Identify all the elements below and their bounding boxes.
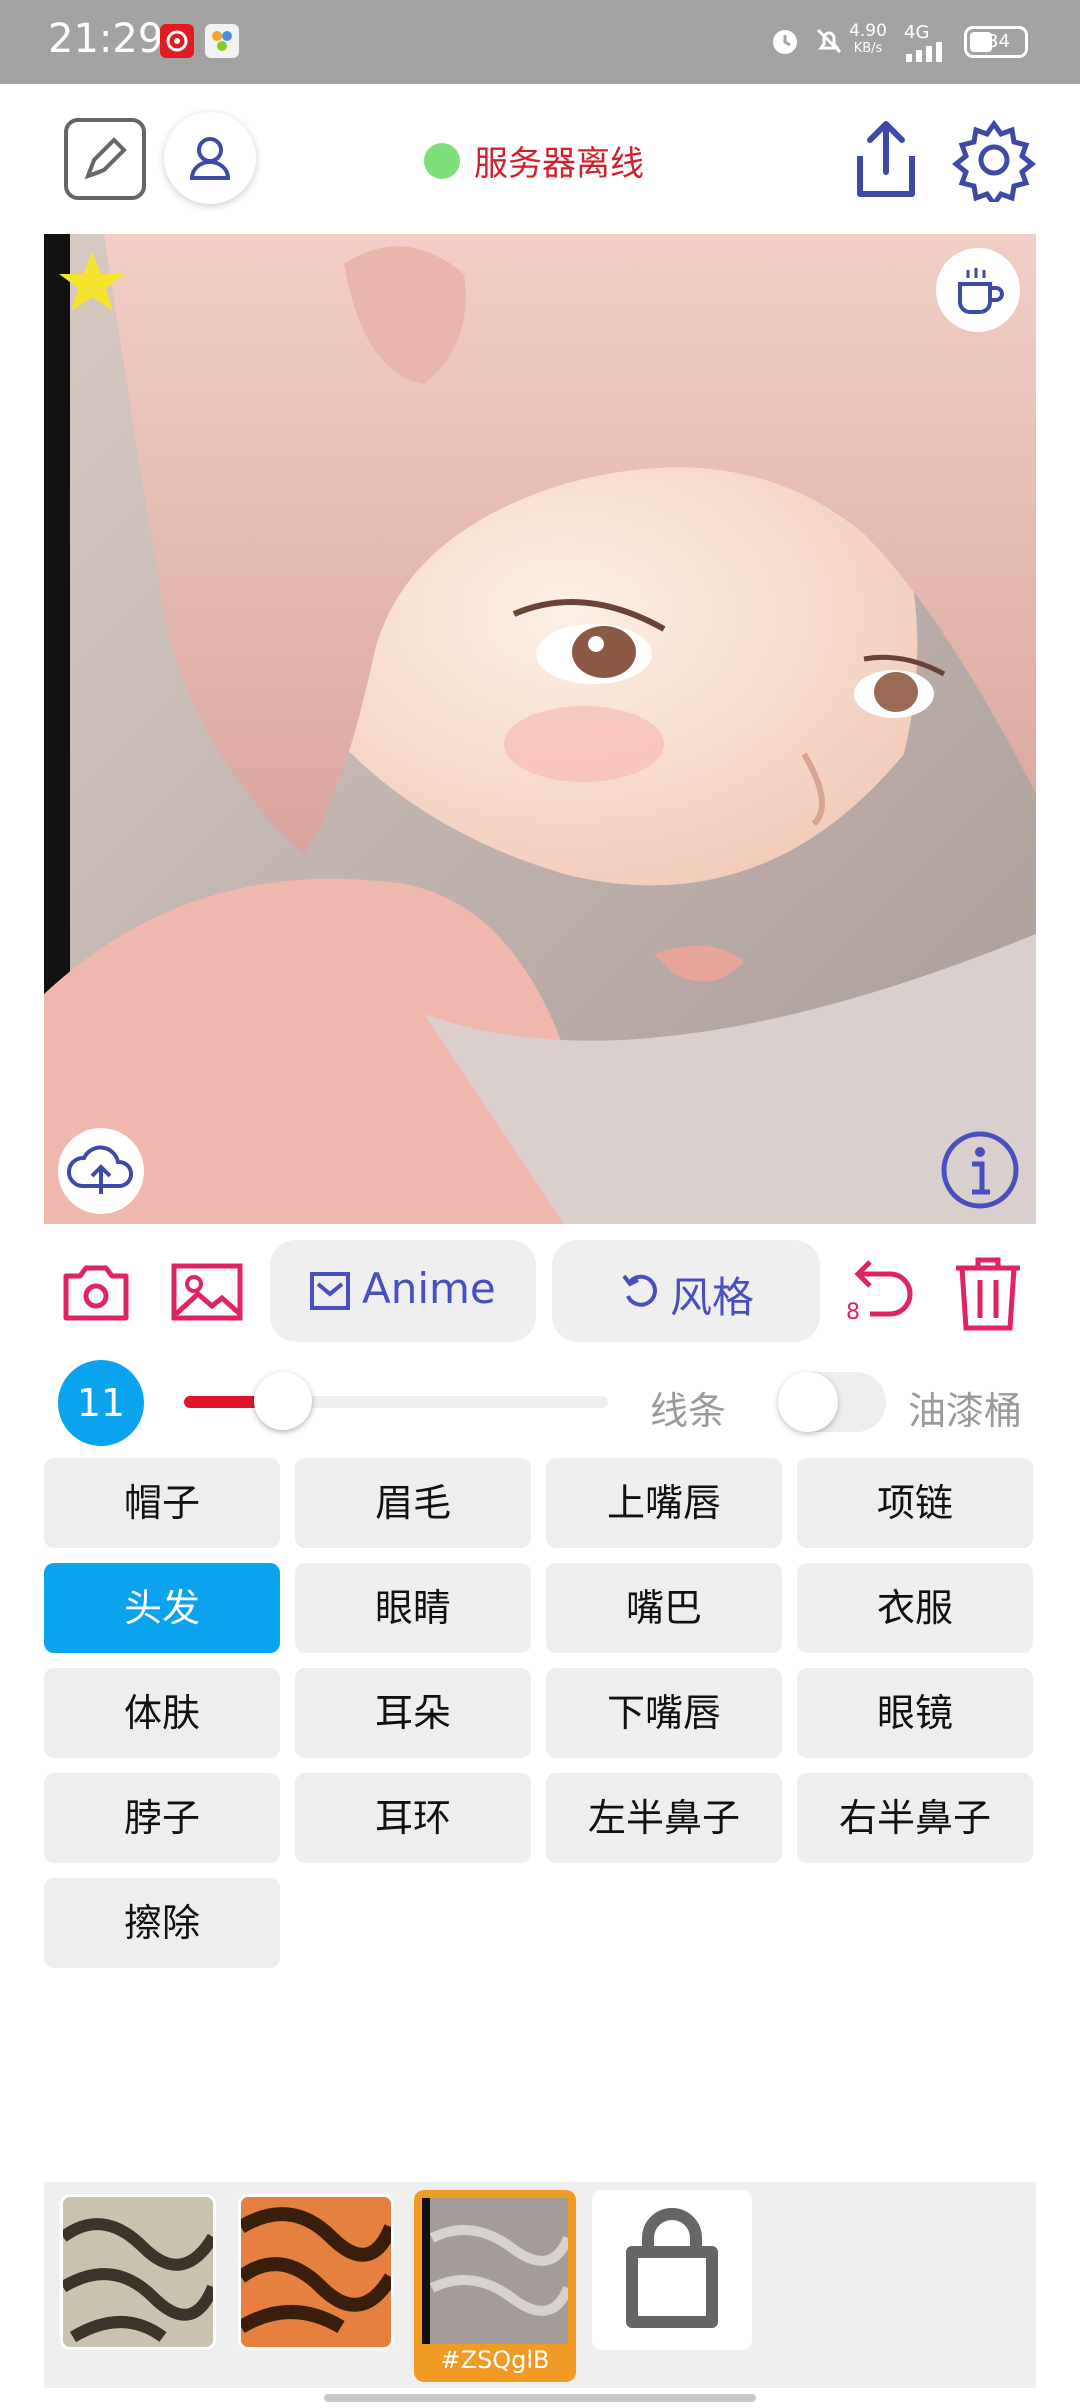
draw-mode-button[interactable] bbox=[64, 118, 146, 200]
texture-orange bbox=[241, 2197, 391, 2347]
texture-swatch[interactable] bbox=[60, 2194, 216, 2350]
part-button[interactable]: 左半鼻子 bbox=[546, 1773, 782, 1863]
gear-icon bbox=[951, 119, 1037, 209]
part-button[interactable]: 上嘴唇 bbox=[546, 1458, 782, 1548]
brush-size-value: 11 bbox=[58, 1360, 144, 1446]
net-speed-unit: KB/s bbox=[853, 41, 883, 56]
coffee-cup-icon bbox=[958, 268, 1004, 314]
cloud-upload-icon bbox=[66, 1145, 133, 1194]
battery-icon: 34 bbox=[964, 26, 1028, 58]
status-bar: 21:29 4.90 KB/s 4G 34 bbox=[0, 0, 1080, 84]
bucket-mode-label: 油漆桶 bbox=[908, 1389, 1023, 1433]
texture-store-button[interactable] bbox=[592, 2190, 752, 2350]
pen-edit-icon bbox=[84, 137, 127, 180]
signal-icon bbox=[904, 42, 948, 66]
share-button[interactable] bbox=[846, 116, 926, 206]
style-button[interactable]: 风格 bbox=[552, 1240, 820, 1342]
part-button[interactable]: 嘴巴 bbox=[546, 1563, 782, 1653]
slider-fill bbox=[184, 1396, 260, 1408]
checkbox-mail-icon bbox=[310, 1272, 350, 1310]
gallery-app-icon bbox=[205, 24, 239, 58]
part-button[interactable]: 眼睛 bbox=[295, 1563, 531, 1653]
netease-music-icon bbox=[160, 24, 194, 58]
coffee-button[interactable] bbox=[936, 248, 1020, 332]
delete-button[interactable] bbox=[950, 1252, 1026, 1336]
anime-portrait-image bbox=[44, 234, 1036, 1224]
settings-button[interactable] bbox=[951, 118, 1037, 209]
texture-swatch-selected[interactable]: #ZSQglB bbox=[414, 2190, 576, 2382]
rotate-icon bbox=[622, 1274, 657, 1307]
part-button[interactable]: 耳环 bbox=[295, 1773, 531, 1863]
brush-size-slider[interactable] bbox=[184, 1372, 608, 1430]
part-button[interactable]: 脖子 bbox=[44, 1773, 280, 1863]
status-time: 21:29 bbox=[48, 16, 164, 62]
bucket-toggle[interactable] bbox=[778, 1372, 886, 1432]
gallery-button[interactable] bbox=[170, 1262, 244, 1326]
favorite-button[interactable] bbox=[56, 248, 128, 324]
part-button[interactable]: 项链 bbox=[797, 1458, 1033, 1548]
image-icon bbox=[171, 1263, 243, 1321]
undo-count: 8 bbox=[846, 1300, 860, 1325]
part-button[interactable]: 眉毛 bbox=[295, 1458, 531, 1548]
part-button[interactable]: 头发 bbox=[44, 1563, 280, 1653]
info-icon bbox=[941, 1131, 1019, 1209]
part-button[interactable]: 右半鼻子 bbox=[797, 1773, 1033, 1863]
texture-gray bbox=[422, 2198, 568, 2344]
battery-level: 34 bbox=[987, 31, 1010, 52]
account-button[interactable] bbox=[164, 112, 256, 204]
style-label: 风格 bbox=[670, 1273, 755, 1322]
toggle-knob bbox=[778, 1372, 838, 1432]
part-button[interactable]: 下嘴唇 bbox=[546, 1668, 782, 1758]
server-status-text: 服务器离线 bbox=[474, 144, 644, 184]
part-button[interactable]: 体肤 bbox=[44, 1668, 280, 1758]
undo-button[interactable]: 8 bbox=[844, 1252, 918, 1330]
anime-model-button[interactable]: Anime bbox=[270, 1240, 536, 1342]
server-status-dot bbox=[424, 143, 460, 179]
part-button[interactable]: 耳朵 bbox=[295, 1668, 531, 1758]
star-icon bbox=[59, 252, 125, 311]
upload-button[interactable] bbox=[58, 1128, 144, 1214]
anime-model-label: Anime bbox=[362, 1264, 496, 1313]
trash-icon bbox=[956, 1257, 1020, 1331]
user-icon bbox=[189, 137, 231, 180]
shopping-bag-icon bbox=[626, 2208, 718, 2328]
part-button[interactable]: 衣服 bbox=[797, 1563, 1033, 1653]
alarm-icon bbox=[768, 24, 802, 62]
camera-icon bbox=[63, 1265, 129, 1321]
home-indicator[interactable] bbox=[324, 2394, 756, 2402]
part-button[interactable]: 眼镜 bbox=[797, 1668, 1033, 1758]
net-speed: 4.90 KB/s bbox=[846, 22, 890, 58]
camera-button[interactable] bbox=[62, 1262, 130, 1326]
part-button[interactable]: 帽子 bbox=[44, 1458, 280, 1548]
info-button[interactable] bbox=[938, 1128, 1022, 1216]
image-canvas[interactable] bbox=[44, 234, 1036, 1224]
share-icon bbox=[857, 121, 915, 197]
texture-silver bbox=[63, 2197, 213, 2347]
net-speed-value: 4.90 bbox=[849, 21, 887, 41]
parts-grid: 帽子 眉毛 上嘴唇 项链头发 眼睛 嘴巴 衣服体肤 耳朵 下嘴唇 眼镜脖子 耳环 左半鼻子 右半鼻子擦除 bbox=[44, 1458, 1036, 1978]
part-button[interactable]: 擦除 bbox=[44, 1878, 280, 1968]
mute-bell-icon bbox=[812, 24, 846, 62]
network-type: 4G bbox=[904, 22, 930, 43]
slider-thumb[interactable] bbox=[254, 1372, 312, 1430]
texture-code: #ZSQglB bbox=[440, 2346, 550, 2374]
line-mode-label: 线条 bbox=[650, 1389, 727, 1433]
texture-swatch[interactable] bbox=[238, 2194, 394, 2350]
